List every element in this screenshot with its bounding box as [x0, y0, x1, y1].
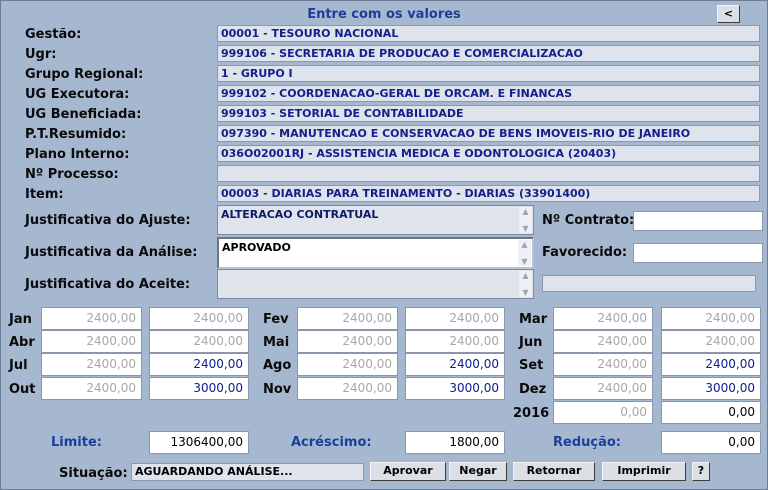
limite-label: Limite:	[51, 435, 102, 450]
month-label: Fev	[263, 312, 289, 327]
month-value-input[interactable]: 2400,00	[405, 353, 505, 376]
month-value-input: 2400,00	[41, 353, 142, 376]
favorecido-name-field	[542, 275, 756, 292]
month-value-input: 2400,00	[297, 307, 398, 330]
retornar-button[interactable]: Retornar	[513, 462, 595, 481]
field-value: 097390 - MANUTENCAO E CONSERVACAO DE BEN…	[217, 125, 760, 142]
month-value-input: 2400,00	[41, 307, 142, 330]
justificativa-analise-textarea[interactable]: APROVADO ▲ ▼	[217, 237, 534, 269]
field-label: Plano Interno:	[25, 147, 130, 162]
month-value-input: 2400,00	[149, 307, 249, 330]
month-label: Abr	[9, 335, 35, 350]
year-value-input: 0,00	[553, 401, 653, 424]
form-panel: Entre com os valores < Gestão: 00001 - T…	[0, 0, 768, 490]
scroll-down-icon: ▼	[522, 224, 529, 233]
reducao-value: 0,00	[661, 431, 761, 454]
month-value-input[interactable]: 3000,00	[149, 377, 249, 400]
field-label: P.T.Resumido:	[25, 127, 127, 142]
month-value-input[interactable]: 3000,00	[405, 377, 505, 400]
month-value-input: 2400,00	[41, 377, 142, 400]
scroll-down-icon: ▼	[522, 288, 529, 297]
field-value: 999102 - COORDENACAO-GERAL DE ORCAM. E F…	[217, 85, 760, 102]
month-label: Ago	[263, 358, 292, 373]
month-label: Dez	[519, 382, 547, 397]
reducao-label: Redução:	[553, 435, 621, 450]
limite-value: 1306400,00	[149, 431, 249, 454]
justificativa-analise-label: Justificativa da Análise:	[25, 245, 198, 260]
month-value-input[interactable]: 2400,00	[661, 353, 761, 376]
year-label: 2016	[513, 406, 550, 421]
imprimir-button[interactable]: Imprimir	[602, 462, 686, 481]
scroll-up-icon: ▲	[522, 271, 529, 280]
month-value-input: 2400,00	[405, 330, 505, 353]
field-value: 00003 - DIARIAS PARA TREINAMENTO - DIARI…	[217, 185, 760, 202]
field-value: 1 - GRUPO I	[217, 65, 760, 82]
month-value-input: 2400,00	[661, 307, 761, 330]
field-value	[217, 165, 760, 182]
month-label: Jun	[519, 335, 543, 350]
back-button[interactable]: <	[717, 5, 740, 23]
aprovar-button[interactable]: Aprovar	[370, 462, 446, 481]
scroll-up-icon[interactable]: ▲	[521, 240, 527, 249]
field-label: UG Executora:	[25, 87, 130, 102]
acrescimo-label: Acréscimo:	[291, 435, 372, 450]
justificativa-aceite-textarea: ▲ ▼	[217, 269, 534, 299]
month-label: Jan	[9, 312, 32, 327]
scrollbar: ▲ ▼	[519, 271, 532, 297]
acrescimo-value: 1800,00	[405, 431, 505, 454]
scrollbar[interactable]: ▲ ▼	[518, 240, 531, 266]
negar-button[interactable]: Negar	[449, 462, 507, 481]
field-label: Nº Processo:	[25, 167, 119, 182]
field-label: UG Beneficiada:	[25, 107, 142, 122]
help-button[interactable]: ?	[692, 462, 710, 481]
field-value: 999103 - SETORIAL DE CONTABILIDADE	[217, 105, 760, 122]
field-value: 999106 - SECRETARIA DE PRODUCAO E COMERC…	[217, 45, 760, 62]
month-value-input: 2400,00	[553, 330, 653, 353]
month-value-input: 2400,00	[553, 353, 653, 376]
scrollbar: ▲ ▼	[519, 207, 532, 233]
contrato-label: Nº Contrato:	[542, 213, 635, 228]
field-label: Item:	[25, 187, 64, 202]
justificativa-aceite-label: Justificativa do Aceite:	[25, 277, 191, 292]
month-value-input[interactable]: 2400,00	[149, 353, 249, 376]
scroll-up-icon: ▲	[522, 207, 529, 216]
month-value-input: 2400,00	[41, 330, 142, 353]
field-value: 036O02001RJ - ASSISTENCIA MEDICA E ODONT…	[217, 145, 760, 162]
justificativa-analise-text: APROVADO	[222, 241, 291, 254]
field-label: Grupo Regional:	[25, 67, 144, 82]
month-label: Set	[519, 358, 544, 373]
month-value-input: 2400,00	[553, 307, 653, 330]
month-value-input: 2400,00	[661, 330, 761, 353]
year-value-input[interactable]: 0,00	[661, 401, 761, 424]
month-label: Mai	[263, 335, 290, 350]
field-label: Ugr:	[25, 47, 57, 62]
month-label: Nov	[263, 382, 292, 397]
justificativa-ajuste-text: ALTERACAO CONTRATUAL	[221, 208, 379, 221]
favorecido-label: Favorecido:	[542, 245, 628, 260]
page-title: Entre com os valores	[307, 7, 461, 22]
month-label: Out	[9, 382, 36, 397]
month-value-input: 2400,00	[405, 307, 505, 330]
situacao-value: AGUARDANDO ANÁLISE...	[131, 463, 364, 481]
field-value: 00001 - TESOURO NACIONAL	[217, 25, 760, 42]
justificativa-ajuste-label: Justificativa do Ajuste:	[25, 213, 191, 228]
contrato-input[interactable]	[633, 211, 763, 231]
month-value-input: 2400,00	[297, 377, 398, 400]
field-label: Gestão:	[25, 27, 82, 42]
month-value-input: 2400,00	[297, 353, 398, 376]
month-label: Jul	[9, 358, 28, 373]
scroll-down-icon[interactable]: ▼	[521, 257, 527, 266]
favorecido-input[interactable]	[633, 243, 763, 263]
justificativa-ajuste-textarea: ALTERACAO CONTRATUAL ▲ ▼	[217, 205, 534, 235]
month-label: Mar	[519, 312, 548, 327]
situacao-label: Situação:	[59, 466, 128, 481]
month-value-input: 2400,00	[297, 330, 398, 353]
month-value-input[interactable]: 3000,00	[661, 377, 761, 400]
month-value-input: 2400,00	[553, 377, 653, 400]
month-value-input: 2400,00	[149, 330, 249, 353]
